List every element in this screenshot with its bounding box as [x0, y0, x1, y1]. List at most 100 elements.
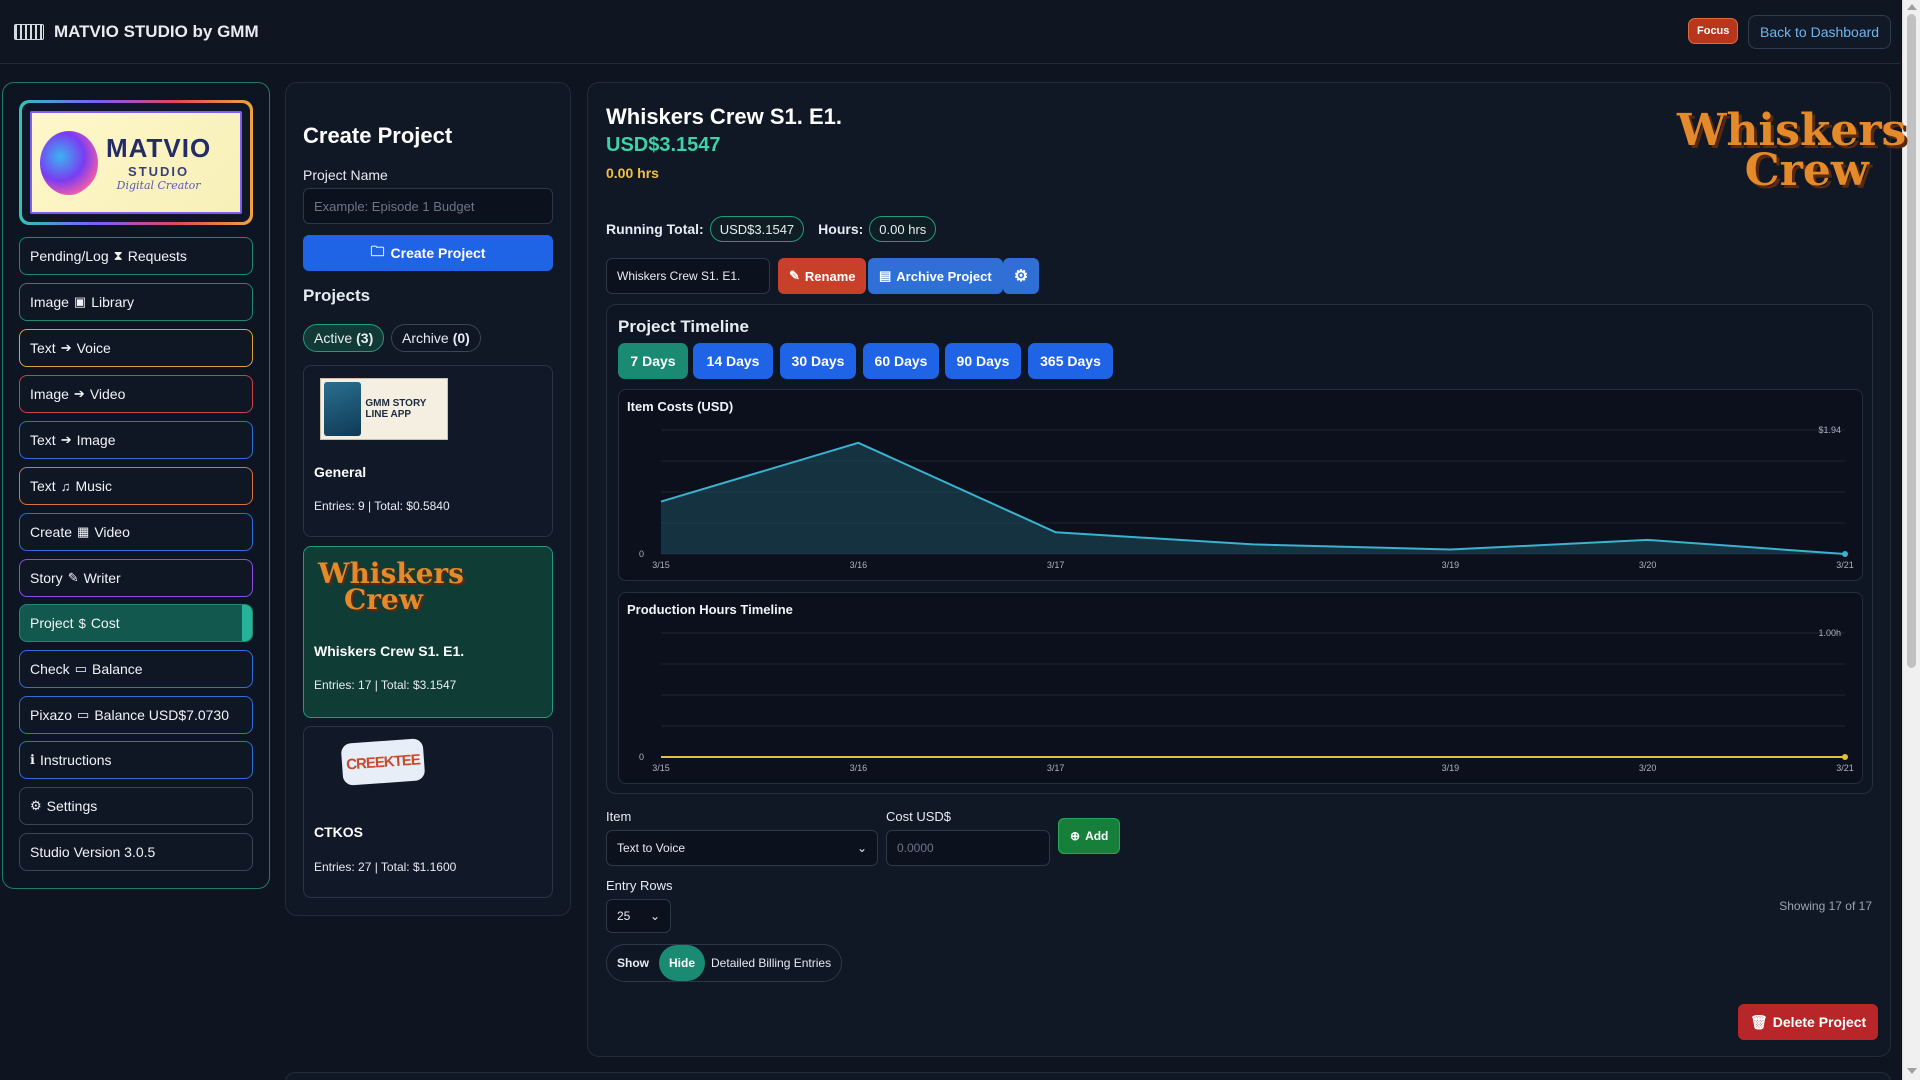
sidebar-item-label: Create [30, 524, 73, 540]
focus-button[interactable]: Focus [1688, 18, 1739, 44]
delete-project-button[interactable]: 🗑 Delete Project [1738, 1004, 1879, 1040]
area-fill [661, 442, 1845, 554]
arrow-circle-icon: ➔ [73, 386, 85, 401]
sidebar-item-create-video[interactable]: Create ▦ Video [19, 513, 253, 551]
data-point[interactable] [1842, 551, 1848, 557]
project-thumbnail: Whiskers Crew [318, 560, 464, 614]
data-point[interactable] [1842, 754, 1848, 760]
arrow-circle-icon: ➔ [60, 340, 72, 355]
add-label: Add [1085, 829, 1109, 843]
range-button-14-days[interactable]: 14 Days [693, 343, 773, 379]
tab-archive-projects[interactable]: Archive (0) [391, 324, 481, 352]
range-button-60-days[interactable]: 60 Days [863, 343, 939, 379]
sidebar-item-project-cost[interactable]: Project $ Cost [19, 604, 253, 642]
tab-active-label: Active [314, 330, 353, 346]
logo-emblem-icon [40, 130, 98, 195]
edit-icon: ✎ [67, 570, 79, 585]
project-name-field[interactable] [606, 258, 770, 294]
settings-gear-button[interactable]: ⚙ [1003, 258, 1039, 294]
gear-icon: ⚙ [1013, 268, 1029, 285]
hours-chip: 0.00 hrs [869, 216, 937, 242]
sidebar-item-story-writer[interactable]: Story ✎ Writer [19, 559, 253, 597]
projects-title: Projects [303, 286, 371, 305]
logo-tagline: Digital Creator [116, 179, 201, 192]
project-card-whiskers-crew[interactable]: Whiskers Crew Whiskers Crew S1. E1. Entr… [303, 546, 553, 718]
project-name: Whiskers Crew S1. E1. [314, 643, 465, 659]
x-tick-label: 3/17 [1047, 560, 1065, 570]
entry-rows-label: Entry Rows [606, 878, 673, 893]
sidebar-item-label: Story [30, 570, 63, 586]
range-button-7-days[interactable]: 7 Days [618, 343, 688, 379]
sidebar-item-text-music[interactable]: Text ♫ Music [19, 467, 253, 505]
delete-label: Delete Project [1772, 1014, 1867, 1030]
sidebar-item-text-image[interactable]: Text ➔ Image [19, 421, 253, 459]
sidebar-item-label: Image [76, 432, 116, 448]
production-hours-svg: 0 1.00h 3/15 3/16 3/17 3/19 3/20 3/21 [639, 628, 1854, 773]
rename-button[interactable]: ✎ Rename [778, 258, 867, 294]
sidebar-item-image-library[interactable]: Image ▣ Library [19, 283, 253, 321]
back-to-dashboard-button[interactable]: Back to Dashboard [1748, 15, 1892, 49]
create-project-button[interactable]: 🗀 Create Project [303, 235, 553, 271]
sidebar-item-label: Voice [76, 340, 111, 356]
avatar [324, 382, 362, 436]
project-card-general[interactable]: GMM STORY LINE APP General Entries: 9 | … [303, 365, 553, 537]
add-entry-button[interactable]: ⊕ Add [1058, 818, 1121, 854]
x-tick-label: 3/16 [850, 763, 868, 773]
scroll-up-icon[interactable] [1907, 4, 1917, 10]
sidebar-item-text-voice[interactable]: Text ➔ Voice [19, 329, 253, 367]
sidebar-item-label: Settings [46, 798, 98, 814]
y-tick-label: 1.00h [1818, 628, 1841, 638]
info-icon: ℹ [30, 752, 35, 767]
sidebar: MATVIO STUDIO Digital Creator Pending/Lo… [2, 82, 270, 889]
sidebar-item-check-balance[interactable]: Check ▭ Balance [19, 650, 253, 688]
item-costs-svg: 0 $1.94 3/15 3/16 3/17 3/19 3/20 3/21 [639, 425, 1854, 570]
sidebar-item-label: Cost [90, 615, 120, 631]
tab-active-count: (3) [356, 330, 374, 346]
project-cost: USD$3.1547 [606, 134, 721, 156]
scroll-thumb[interactable] [1907, 14, 1916, 668]
sidebar-item-settings[interactable]: ⚙ Settings [19, 787, 253, 825]
studio-logo: MATVIO STUDIO Digital Creator [19, 100, 253, 225]
sidebar-item-label: Instructions [39, 752, 112, 768]
tab-active-projects[interactable]: Active (3) [303, 324, 385, 352]
dollar-icon: $ [78, 615, 86, 631]
archive-label: Archive Project [896, 268, 992, 284]
project-name-input[interactable] [303, 188, 553, 224]
entry-rows-select[interactable]: 25 ⌄ [606, 899, 671, 933]
hours-label: Hours: [818, 221, 864, 237]
hide-billing-button[interactable]: Hide [659, 945, 706, 981]
range-button-90-days[interactable]: 90 Days [945, 343, 1021, 379]
cost-label: Cost USD$ [886, 809, 952, 824]
sidebar-item-label: Requests [127, 248, 187, 264]
item-select[interactable]: Text to Voice ⌄ [606, 830, 878, 866]
sidebar-item-label: Library [91, 294, 135, 310]
showing-count: Showing 17 of 17 [1779, 899, 1872, 913]
sidebar-item-pending-log-requests[interactable]: Pending/Log ⧗ Requests [19, 237, 253, 275]
sidebar-item-instructions[interactable]: ℹ Instructions [19, 741, 253, 779]
archive-project-button[interactable]: ▤ Archive Project [868, 258, 1003, 294]
range-button-365-days[interactable]: 365 Days [1028, 343, 1113, 379]
sidebar-item-label: Writer [83, 570, 121, 586]
sidebar-item-pixazo-balance-usd-7-0730[interactable]: Pixazo ▭ Balance USD$7.0730 [19, 696, 253, 734]
sidebar-item-label: Video [94, 524, 130, 540]
totals-row: Running Total: USD$3.1547 Hours: 0.00 hr… [606, 216, 937, 242]
chevron-down-icon: ⌄ [856, 841, 867, 855]
app-title: MATVIO STUDIO by GMM [54, 22, 259, 41]
sidebar-item-studio-version-3-0-5[interactable]: Studio Version 3.0.5 [19, 833, 253, 871]
sidebar-item-label: Balance USD$7.0730 [94, 707, 229, 723]
x-tick-label: 3/21 [1836, 763, 1854, 773]
sidebar-item-label: Image [30, 386, 69, 402]
create-project-title: Create Project [303, 123, 453, 148]
project-card-ctkos[interactable]: CREEKTEE CTKOS Entries: 27 | Total: $1.1… [303, 726, 553, 898]
show-billing-button[interactable]: Show [607, 945, 659, 981]
project-name: General [314, 464, 367, 480]
running-total-chip: USD$3.1547 [709, 216, 805, 242]
range-button-30-days[interactable]: 30 Days [780, 343, 856, 379]
cost-input[interactable] [886, 830, 1050, 866]
sidebar-item-label: Pending/Log [30, 248, 109, 264]
x-tick-label: 3/16 [850, 560, 868, 570]
hourglass-icon: ⧗ [113, 248, 123, 263]
scroll-down-icon[interactable] [1907, 1068, 1917, 1074]
sidebar-item-image-video[interactable]: Image ➔ Video [19, 375, 253, 413]
tab-archive-count: (0) [452, 330, 470, 346]
